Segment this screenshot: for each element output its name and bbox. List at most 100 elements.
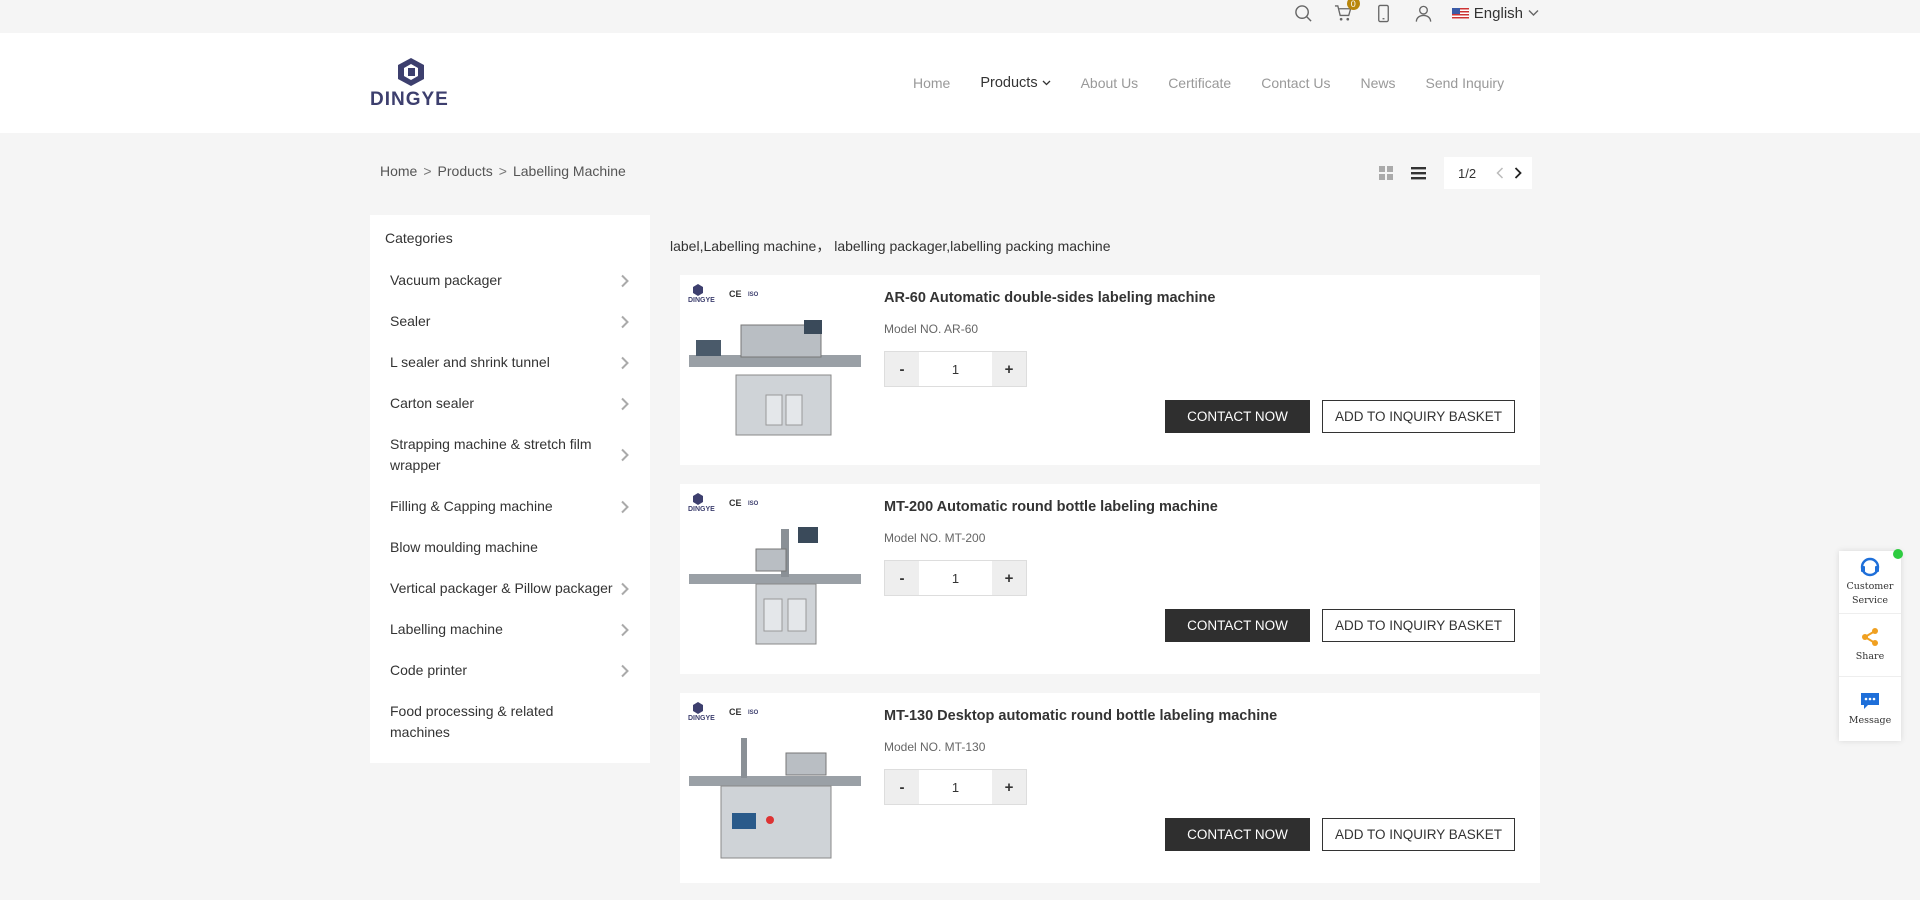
pager-text: 1/2: [1458, 165, 1477, 181]
language-label: English: [1473, 4, 1523, 22]
product-image[interactable]: DINGYE CE ISO: [686, 698, 864, 876]
increase-button[interactable]: +: [992, 561, 1026, 595]
sidebar-item-vertical-packager[interactable]: Vertical packager & Pillow packager: [385, 568, 635, 609]
nav-home[interactable]: Home: [913, 75, 950, 91]
site-header: DINGYE Home Products About Us Certificat…: [0, 33, 1920, 133]
customer-service-icon: [1860, 557, 1880, 577]
image-iso-mark: ISO: [748, 710, 759, 716]
machine-head: [755, 548, 787, 572]
share-icon: [1862, 628, 1878, 646]
sidebar-item-food-processing[interactable]: Food processing & related machines: [385, 691, 635, 753]
quantity-stepper: - 1 +: [884, 351, 1027, 387]
add-to-inquiry-basket-button[interactable]: ADD TO INQUIRY BASKET: [1322, 609, 1515, 642]
product-title[interactable]: MT-200 Automatic round bottle labeling m…: [884, 499, 1218, 515]
nav-news[interactable]: News: [1360, 75, 1395, 91]
sidebar-item-label: L sealer and shrink tunnel: [390, 354, 550, 370]
image-logo-mark: [693, 284, 703, 296]
contact-now-button[interactable]: CONTACT NOW: [1165, 400, 1310, 433]
nav-contact-us[interactable]: Contact Us: [1261, 75, 1330, 91]
category-tagline: label,Labelling machine， labelling packa…: [670, 238, 1111, 254]
product-title[interactable]: MT-130 Desktop automatic round bottle la…: [884, 708, 1277, 724]
decrease-button[interactable]: -: [885, 561, 919, 595]
chevron-right-icon: [621, 356, 629, 369]
chevron-left-icon[interactable]: [1496, 167, 1504, 179]
product-image[interactable]: DINGYE CE ISO: [686, 280, 864, 458]
sidebar-item-vacuum-packager[interactable]: Vacuum packager: [385, 260, 635, 301]
customer-service-label-1: Customer: [1846, 581, 1894, 592]
logo-text: DINGYE: [370, 89, 449, 110]
sidebar-item-label: Labelling machine: [390, 621, 503, 637]
sidebar-item-filling-capping[interactable]: Filling & Capping machine: [385, 486, 635, 527]
image-iso-mark: ISO: [748, 501, 759, 507]
sidebar-item-label: Vacuum packager: [390, 272, 502, 288]
chevron-right-icon: [621, 623, 629, 636]
sidebar-item-label: Carton sealer: [390, 395, 475, 411]
machine-screen: [732, 813, 756, 829]
sidebar-item-blow-moulding[interactable]: Blow moulding machine: [385, 527, 635, 568]
chevron-down-icon: [1528, 10, 1539, 16]
contact-now-button[interactable]: CONTACT NOW: [1165, 609, 1310, 642]
customer-service-label-2: Service: [1851, 595, 1889, 606]
sidebar-item-code-printer[interactable]: Code printer: [385, 650, 635, 691]
search-icon[interactable]: [1284, 0, 1324, 26]
us-flag-icon: [1451, 7, 1469, 19]
chevron-right-icon: [621, 448, 629, 462]
mobile-icon[interactable]: [1364, 0, 1404, 26]
top-utility-bar: 0 English: [0, 0, 1920, 33]
chevron-right-icon[interactable]: [1514, 167, 1522, 179]
quantity-input[interactable]: 1: [919, 561, 992, 595]
sidebar-title: Categories: [385, 230, 453, 246]
sidebar-item-sealer[interactable]: Sealer: [385, 301, 635, 342]
share-button[interactable]: Share: [1839, 614, 1901, 677]
user-icon[interactable]: [1404, 0, 1444, 26]
quantity-input[interactable]: 1: [919, 770, 992, 804]
sidebar-item-l-sealer[interactable]: L sealer and shrink tunnel: [385, 342, 635, 383]
machine-head: [785, 752, 827, 776]
logo-mark-icon: [398, 58, 424, 86]
cart-icon[interactable]: 0: [1324, 0, 1364, 26]
chevron-right-icon: [621, 397, 629, 410]
breadcrumb-separator: >: [423, 163, 432, 179]
quantity-stepper: - 1 +: [884, 769, 1027, 805]
nav-products[interactable]: Products: [980, 75, 1051, 91]
list-view-icon[interactable]: [1402, 157, 1434, 189]
breadcrumb: Home > Products > Labelling Machine: [380, 163, 626, 179]
machine-screen: [798, 527, 818, 543]
breadcrumb-products[interactable]: Products: [438, 163, 493, 179]
decrease-button[interactable]: -: [885, 770, 919, 804]
floating-contact-widget: Customer Service Share Message: [1839, 549, 1903, 741]
contact-now-button[interactable]: CONTACT NOW: [1165, 818, 1310, 851]
share-label: Share: [1855, 651, 1885, 662]
message-button[interactable]: Message: [1839, 677, 1901, 740]
sidebar-item-label: Vertical packager & Pillow packager: [390, 580, 613, 596]
image-iso-mark: ISO: [748, 292, 759, 298]
sidebar-item-carton-sealer[interactable]: Carton sealer: [385, 383, 635, 424]
decrease-button[interactable]: -: [885, 352, 919, 386]
product-title[interactable]: AR-60 Automatic double-sides labeling ma…: [884, 290, 1215, 306]
machine-column: [741, 738, 747, 778]
quantity-input[interactable]: 1: [919, 352, 992, 386]
machine-door: [763, 598, 783, 632]
sidebar-item-labelling-machine[interactable]: Labelling machine: [385, 609, 635, 650]
nav-certificate[interactable]: Certificate: [1168, 75, 1231, 91]
machine-conveyor: [689, 776, 861, 786]
increase-button[interactable]: +: [992, 352, 1026, 386]
product-model: Model NO. MT-130: [884, 740, 986, 754]
sidebar-item-strapping-machine[interactable]: Strapping machine & stretch film wrapper: [385, 424, 635, 486]
product-card: DINGYE CE ISO MT-130 Desktop automatic r…: [680, 693, 1540, 883]
nav-send-inquiry[interactable]: Send Inquiry: [1425, 75, 1504, 91]
grid-view-icon[interactable]: [1370, 157, 1402, 189]
language-selector[interactable]: English: [1451, 4, 1539, 22]
message-label: Message: [1848, 714, 1892, 726]
nav-about-us[interactable]: About Us: [1081, 75, 1139, 91]
add-to-inquiry-basket-button[interactable]: ADD TO INQUIRY BASKET: [1322, 818, 1515, 851]
chevron-right-icon: [621, 274, 629, 287]
product-card: DINGYE CE ISO AR-60 Automatic double-sid…: [680, 275, 1540, 465]
customer-service-button[interactable]: Customer Service: [1839, 551, 1901, 614]
chevron-right-icon: [621, 500, 629, 513]
product-image[interactable]: DINGYE CE ISO: [686, 489, 864, 667]
add-to-inquiry-basket-button[interactable]: ADD TO INQUIRY BASKET: [1322, 400, 1515, 433]
increase-button[interactable]: +: [992, 770, 1026, 804]
breadcrumb-home[interactable]: Home: [380, 163, 417, 179]
logo[interactable]: DINGYE: [370, 57, 452, 112]
